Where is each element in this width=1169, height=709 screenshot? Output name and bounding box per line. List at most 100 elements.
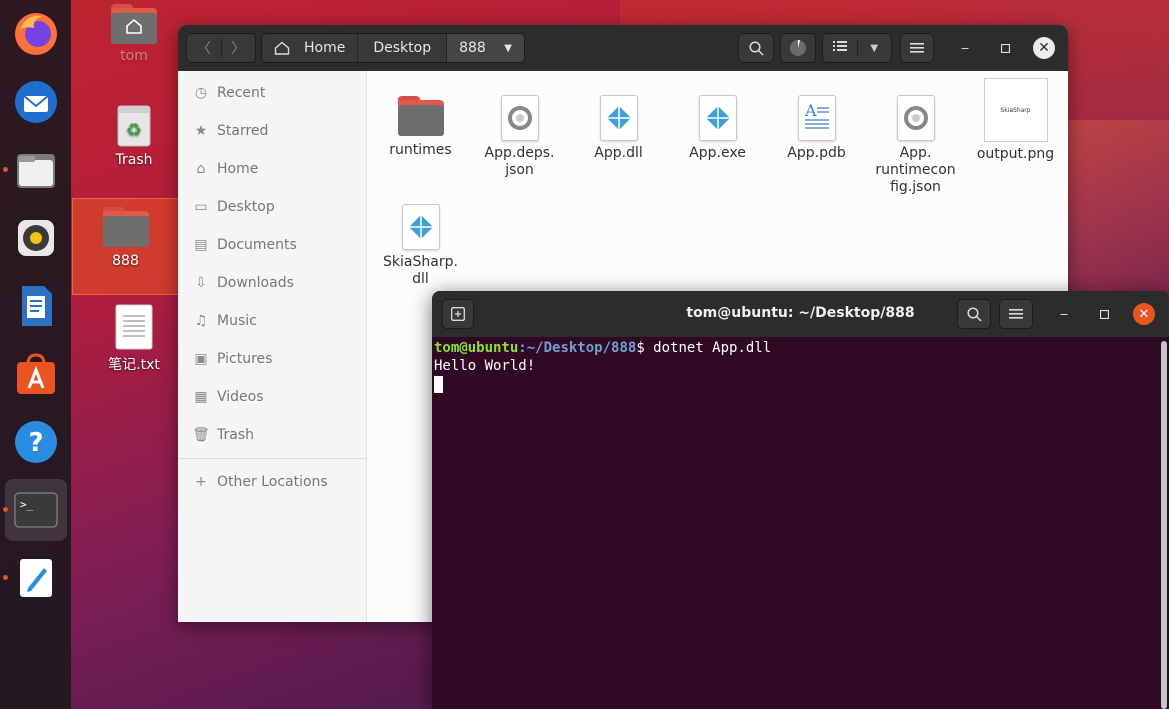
desktop-icon-label: 笔记.txt xyxy=(108,357,160,373)
exe-file-icon xyxy=(698,95,737,141)
minimize-button[interactable]: ‒ xyxy=(954,37,976,59)
file-label: App.deps. json xyxy=(484,145,555,178)
file-label: output.png xyxy=(976,146,1055,162)
crumb-desktop[interactable]: Desktop xyxy=(358,34,448,62)
sidebar-item-label: Recent xyxy=(217,85,266,101)
crumb-888[interactable]: 888 ▼ xyxy=(447,34,524,62)
view-dropdown-button[interactable]: ▼ xyxy=(858,43,892,54)
close-button[interactable]: ✕ xyxy=(1033,37,1055,59)
thunderbird-icon[interactable] xyxy=(5,71,67,133)
list-view-button[interactable] xyxy=(823,40,858,56)
home-folder-icon xyxy=(111,4,157,44)
file-label: App.dll xyxy=(594,145,643,161)
terminal-line: Hello World! xyxy=(434,358,536,374)
sidebar-item-label: Videos xyxy=(217,389,264,405)
file-item-app-dll[interactable]: App.dll xyxy=(569,95,668,162)
file-label: App. runtimecon fig.json xyxy=(875,145,956,195)
sidebar-item-desktop[interactable]: ▭ Desktop xyxy=(178,188,366,226)
file-item-app-exe[interactable]: App.exe xyxy=(668,95,767,162)
rhythmbox-icon[interactable] xyxy=(5,207,67,269)
terminal-window: tom@ubuntu: ~/Desktop/888 ‒ ✕ tom@ubuntu… xyxy=(432,291,1169,709)
firefox-icon[interactable] xyxy=(5,3,67,65)
sidebar-item-other-locations[interactable]: + Other Locations xyxy=(178,463,366,501)
forward-button[interactable]: 〉 xyxy=(222,38,256,58)
sidebar-item-label: Music xyxy=(217,313,257,329)
sidebar-item-label: Home xyxy=(217,161,259,177)
prompt-user: tom@ubuntu xyxy=(434,340,519,356)
trash-can-icon: ♻ xyxy=(117,105,151,147)
desktop-icon-label: 888 xyxy=(112,253,139,269)
running-indicator xyxy=(3,507,8,512)
libreoffice-writer-icon[interactable] xyxy=(5,275,67,337)
svg-text:?: ? xyxy=(28,428,43,458)
maximize-button[interactable] xyxy=(994,37,1016,59)
terminal-close-button[interactable]: ✕ xyxy=(1133,303,1155,325)
files-icon[interactable] xyxy=(3,139,67,201)
view-options-group: ▼ xyxy=(822,33,892,63)
plus-icon: + xyxy=(195,474,207,490)
search-icon xyxy=(966,306,982,322)
json-file-icon xyxy=(500,95,539,141)
terminal-line xyxy=(434,375,1159,393)
file-label: App.exe xyxy=(689,145,746,161)
sidebar-item-downloads[interactable]: ⇩ Downloads xyxy=(178,264,366,302)
sidebar-item-recent[interactable]: ◷ Recent xyxy=(178,74,366,112)
chevron-down-icon: ▼ xyxy=(504,42,512,54)
terminal-scrollbar[interactable] xyxy=(1161,341,1167,709)
folder-icon xyxy=(397,96,444,136)
file-item-runtimes[interactable]: runtimes xyxy=(371,96,470,159)
terminal-menu-button[interactable] xyxy=(999,299,1033,329)
terminal-output[interactable]: tom@ubuntu:~/Desktop/888$ dotnet App.dll… xyxy=(434,339,1159,709)
crumb-desktop-label: Desktop xyxy=(373,40,432,56)
clock-icon: ◷ xyxy=(194,85,208,101)
file-item-app-deps-json[interactable]: App.deps. json xyxy=(470,95,569,179)
sidebar-item-label: Trash xyxy=(217,427,254,443)
sidebar-item-starred[interactable]: ★ Starred xyxy=(178,112,366,150)
downloads-icon: ⇩ xyxy=(195,275,207,291)
file-label: SkiaSharp. dll xyxy=(383,254,458,287)
sidebar-item-home[interactable]: ⌂ Home xyxy=(178,150,366,188)
terminal-search-button[interactable] xyxy=(957,299,991,329)
music-icon: ♫ xyxy=(194,313,208,329)
sidebar-item-label: Other Locations xyxy=(217,474,328,490)
operations-button[interactable] xyxy=(780,33,816,63)
desktop-folder-888[interactable]: 888 xyxy=(72,198,179,295)
dock: ? >_ xyxy=(0,0,71,709)
file-item-app-pdb[interactable]: A App.pdb xyxy=(767,95,866,162)
videos-icon: ▦ xyxy=(194,389,208,405)
search-icon xyxy=(748,40,764,56)
sidebar-item-trash[interactable]: 🗑 Trash xyxy=(178,416,366,454)
terminal-icon[interactable]: >_ xyxy=(3,479,67,541)
back-button[interactable]: 〈 xyxy=(187,38,222,58)
star-icon: ★ xyxy=(194,123,208,139)
sidebar-item-videos[interactable]: ▦ Videos xyxy=(178,378,366,416)
search-button[interactable] xyxy=(738,33,774,63)
svg-text:♻: ♻ xyxy=(126,120,142,141)
sidebar-item-pictures[interactable]: ▣ Pictures xyxy=(178,340,366,378)
terminal-cursor xyxy=(434,375,443,393)
documents-icon: ▤ xyxy=(194,237,208,253)
crumb-home[interactable]: Home xyxy=(262,34,359,62)
close-icon: ✕ xyxy=(1138,306,1150,322)
sidebar-item-documents[interactable]: ▤ Documents xyxy=(178,226,366,264)
file-item-output-png[interactable]: SkiaSharp output.png xyxy=(966,78,1065,163)
svg-text:A: A xyxy=(804,102,817,120)
text-editor-icon[interactable] xyxy=(3,547,67,609)
terminal-minimize-button[interactable]: ‒ xyxy=(1053,303,1075,325)
prompt-path: :~/Desktop/888 xyxy=(518,340,637,356)
text-document-icon: A xyxy=(797,95,836,141)
help-icon[interactable]: ? xyxy=(5,411,67,473)
hamburger-menu-icon xyxy=(910,43,924,53)
sidebar: ◷ Recent ★ Starred ⌂ Home ▭ Desktop ▤ Documen… xyxy=(178,71,367,622)
file-item-skiasharp-dll[interactable]: SkiaSharp. dll xyxy=(371,204,470,288)
crumb-home-label: Home xyxy=(304,40,346,56)
sidebar-item-label: Documents xyxy=(217,237,297,253)
terminal-maximize-button[interactable] xyxy=(1093,303,1115,325)
file-item-app-runtimeconfig-json[interactable]: App. runtimecon fig.json xyxy=(866,95,965,196)
file-label: App.pdb xyxy=(787,145,846,161)
sidebar-separator xyxy=(178,458,366,459)
trash-icon: 🗑 xyxy=(192,427,210,443)
main-menu-button[interactable] xyxy=(900,33,934,63)
sidebar-item-music[interactable]: ♫ Music xyxy=(178,302,366,340)
software-icon[interactable] xyxy=(5,343,67,405)
